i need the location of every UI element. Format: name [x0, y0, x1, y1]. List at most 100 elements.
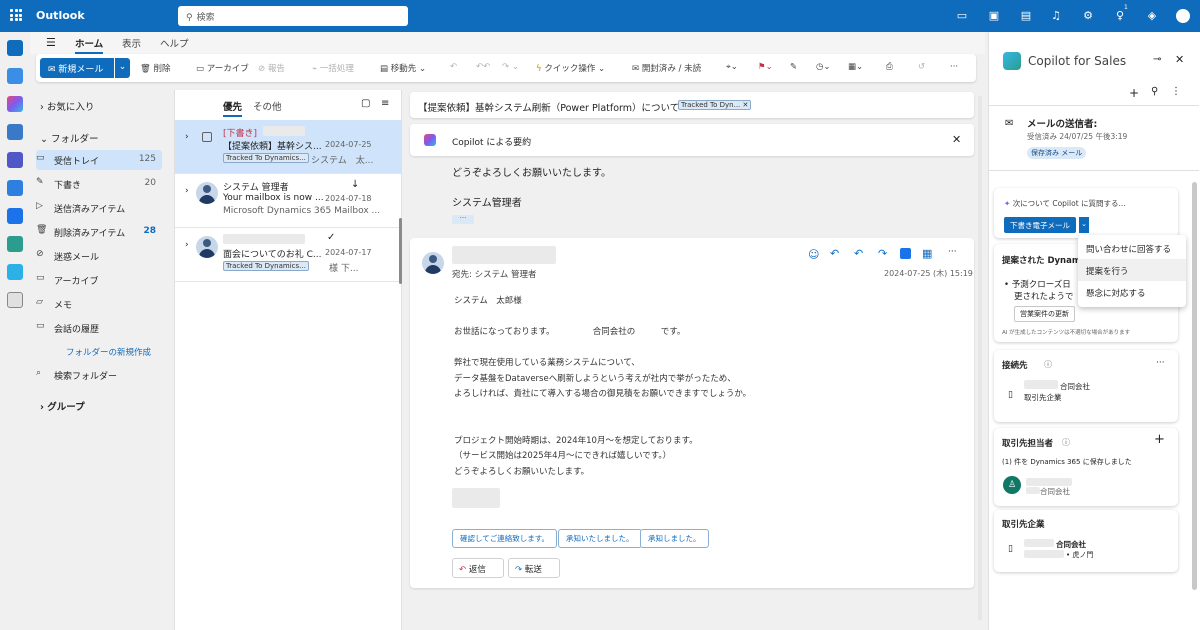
dynamics-icon[interactable] — [7, 236, 23, 252]
rules-icon[interactable]: ▦⌄ — [848, 62, 863, 72]
chevron-right-icon[interactable]: › — [185, 132, 189, 142]
onedrive-icon[interactable] — [7, 208, 23, 224]
clock-icon[interactable]: ◷⌄ — [816, 62, 831, 72]
folder-notes[interactable]: ▱ メモ — [36, 294, 162, 314]
filter-icon[interactable]: ≡ — [381, 98, 389, 109]
account-company[interactable]: 合同会社 — [1056, 539, 1086, 550]
folder-archive[interactable]: ▭ アーカイブ — [36, 270, 162, 290]
tab-other[interactable]: その他 — [253, 99, 282, 113]
add-icon[interactable]: + — [1129, 86, 1139, 100]
folder-search[interactable]: ⌕ 検索フォルダー — [36, 365, 162, 385]
tab-help[interactable]: ヘルプ — [160, 36, 189, 50]
power-app-icon[interactable] — [7, 264, 23, 280]
quick-reply-3[interactable]: 承知しました。 — [640, 529, 709, 548]
folder-sent[interactable]: ▷ 送信済みアイテム — [36, 198, 162, 218]
undo-icon[interactable]: ↶ — [450, 62, 457, 72]
teams-icon[interactable]: ▣ — [986, 8, 1002, 24]
more-icon[interactable]: ··· — [950, 62, 958, 72]
copilot-icon[interactable]: ◈ — [1144, 8, 1160, 24]
folder-deleted[interactable]: 🗑 削除済みアイテム 28 — [36, 222, 162, 242]
dynamics-icon[interactable] — [900, 248, 911, 259]
chevron-down-icon[interactable]: ⌄ — [1078, 217, 1089, 233]
info-icon[interactable]: ⓘ — [1062, 437, 1070, 448]
folder-junk[interactable]: ⊘ 迷惑メール — [36, 246, 162, 266]
copilot-summary-bar[interactable]: Copilot による要約 ✕ — [410, 124, 974, 156]
contact-avatar-icon[interactable]: ♙ — [1003, 476, 1021, 494]
list-item[interactable]: › [下書き] 【提案依頼】基幹シス... 2024-07-25 Tracked… — [175, 120, 401, 174]
list-item[interactable]: › システム 管理者 ↓ Your mailbox is now ... 202… — [175, 174, 401, 228]
tracked-tag[interactable]: Tracked To Dyn... ✕ — [678, 100, 752, 110]
groups-header[interactable]: › グループ — [40, 399, 85, 413]
chevron-down-icon[interactable]: ⌄ — [114, 58, 130, 78]
whiteboard-icon[interactable]: ▤ — [1018, 8, 1034, 24]
folder-conversation-history[interactable]: ▭ 会話の履歴 — [36, 318, 162, 338]
select-icon[interactable]: ▢ — [361, 98, 370, 109]
reply-icon[interactable]: ↶ — [830, 247, 839, 260]
quick-reply-1[interactable]: 確認してご連絡致します。 — [452, 529, 558, 548]
pin-icon[interactable]: ⊸ — [1153, 54, 1161, 65]
emoji-icon[interactable]: ☺ — [808, 248, 819, 261]
close-icon[interactable]: ✕ — [952, 133, 961, 146]
add-contact-icon[interactable]: + — [1154, 432, 1165, 447]
print-icon[interactable]: ⎙ — [886, 62, 893, 72]
delete-button[interactable]: 🗑 削除 — [140, 62, 171, 74]
close-icon[interactable]: ✕ — [1175, 53, 1184, 66]
list-scrollbar[interactable] — [399, 218, 402, 284]
more-icon[interactable]: ··· — [1156, 358, 1165, 368]
undo-action-icon[interactable]: ↺ — [918, 62, 925, 72]
chevron-right-icon[interactable]: › — [185, 240, 189, 250]
tracked-tag[interactable]: Tracked To Dynamics... — [223, 153, 309, 163]
reply-all-icon[interactable]: ↶↶ — [476, 62, 490, 72]
forward-icon[interactable]: ↷ — [878, 247, 887, 260]
reading-scrollbar[interactable] — [978, 96, 982, 620]
info-icon[interactable]: ⓘ — [1044, 359, 1052, 370]
ask-copilot-prompt[interactable]: ✦ 次について Copilot に質問する... — [1004, 198, 1126, 209]
apps-icon[interactable]: ▦ — [922, 247, 932, 260]
chevron-right-icon[interactable]: › — [185, 186, 189, 196]
select-checkbox[interactable] — [202, 132, 212, 142]
expand-quoted-button[interactable]: ··· — [452, 215, 474, 224]
hamburger-icon[interactable]: ☰ — [46, 36, 56, 49]
menu-item-address-concerns[interactable]: 懸念に対応する — [1078, 281, 1186, 303]
tag-icon[interactable]: ⌖⌄ — [726, 62, 738, 72]
people-icon[interactable] — [7, 124, 23, 140]
favorites-header[interactable]: › お気に入り — [40, 99, 94, 113]
forward-icon[interactable]: ↷ ⌄ — [502, 62, 519, 72]
mail-icon[interactable] — [7, 40, 23, 56]
new-mail-button[interactable]: ✉ 新規メール ⌄ — [40, 58, 130, 78]
todo-icon[interactable] — [7, 180, 23, 196]
new-folder-link[interactable]: フォルダーの新規作成 — [66, 346, 151, 358]
teams-app-icon[interactable] — [7, 152, 23, 168]
sweep-button[interactable]: ⌁ 一括処理 — [312, 62, 354, 74]
pin-icon[interactable]: ✎ — [790, 62, 797, 72]
folder-drafts[interactable]: ✎ 下書き 20 — [36, 174, 162, 194]
quick-reply-2[interactable]: 承知いたしました。 — [558, 529, 642, 548]
panel-scrollbar[interactable] — [1192, 182, 1197, 590]
tab-focused[interactable]: 優先 — [223, 99, 243, 117]
app-launcher-icon[interactable] — [10, 9, 22, 21]
list-item[interactable]: › ✓ 面会についてのお礼 C... 2024-07-17 Tracked To… — [175, 228, 401, 282]
move-button[interactable]: ▤ 移動先 ⌄ — [380, 62, 426, 74]
flag-icon[interactable]: ⚑⌄ — [758, 62, 773, 72]
calendar-icon[interactable] — [7, 68, 23, 84]
search-icon[interactable]: ⚲ — [1151, 86, 1158, 97]
tab-home[interactable]: ホーム — [75, 36, 104, 54]
copilot-app-icon[interactable] — [7, 96, 23, 112]
app-brand[interactable]: Outlook — [36, 9, 85, 22]
folders-header[interactable]: ⌄ フォルダー — [40, 131, 99, 145]
bell-icon[interactable]: ♫ — [1048, 8, 1064, 24]
update-opportunity-button[interactable]: 営業案件の更新 — [1014, 306, 1075, 322]
close-icon[interactable]: ✕ — [743, 101, 749, 109]
forward-button[interactable]: ↷ 転送 — [508, 558, 560, 578]
gear-icon[interactable]: ⚙ — [1080, 8, 1096, 24]
reply-button[interactable]: ↶ 返信 — [452, 558, 504, 578]
quick-steps-button[interactable]: ϟ クイック操作 ⌄ — [536, 62, 605, 74]
tab-view[interactable]: 表示 — [122, 36, 141, 50]
folder-inbox[interactable]: ▭ 受信トレイ 125 — [36, 150, 162, 170]
menu-item-answer-inquiry[interactable]: 問い合わせに回答する — [1078, 237, 1186, 259]
draft-email-button[interactable]: 下書き電子メール — [1004, 217, 1076, 233]
connection-company[interactable]: 合同会社 — [1060, 381, 1090, 392]
menu-item-make-proposal[interactable]: 提案を行う — [1078, 259, 1186, 281]
tracked-tag[interactable]: Tracked To Dynamics... — [223, 261, 309, 271]
search-input[interactable]: ⚲ 検索 — [178, 6, 408, 26]
